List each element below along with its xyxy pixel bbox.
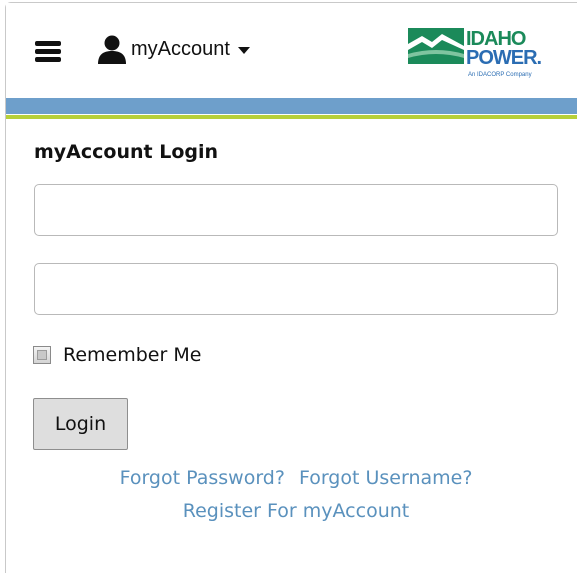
account-menu[interactable]: myAccount <box>96 34 250 64</box>
header-blue-bar <box>6 98 577 114</box>
idaho-power-logo[interactable]: IDAHO POWER. An IDACORP Company <box>408 24 554 84</box>
register-links: Register For myAccount <box>0 500 577 522</box>
username-input[interactable] <box>34 184 558 236</box>
logo-tagline: An IDACORP Company <box>468 72 532 78</box>
remember-me-checkbox[interactable] <box>33 346 51 364</box>
password-input[interactable] <box>34 263 558 315</box>
header-green-rule <box>6 115 577 119</box>
register-link[interactable]: Register For myAccount <box>183 500 409 522</box>
account-menu-label: myAccount <box>131 37 230 60</box>
forgot-username-link[interactable]: Forgot Username? <box>299 467 472 489</box>
login-title: myAccount Login <box>34 141 219 163</box>
remember-me-row[interactable]: Remember Me <box>33 344 201 366</box>
caret-down-icon <box>237 47 250 54</box>
login-button[interactable]: Login <box>33 398 128 450</box>
hamburger-menu-icon[interactable] <box>35 41 69 62</box>
person-icon <box>96 34 128 64</box>
forgot-password-link[interactable]: Forgot Password? <box>120 467 285 489</box>
logo-line2: POWER. <box>466 47 542 69</box>
remember-me-label[interactable]: Remember Me <box>63 344 201 366</box>
forgot-links: Forgot Password? Forgot Username? <box>0 467 577 489</box>
